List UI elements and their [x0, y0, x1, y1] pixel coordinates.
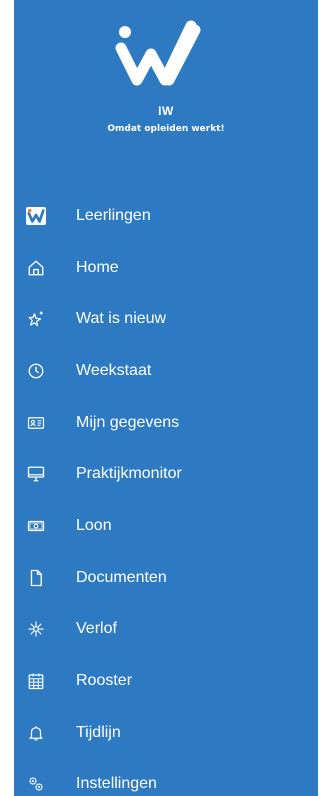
- menu-item-label: Documenten: [76, 568, 167, 586]
- brand-tagline: Omdat opleiden werkt!: [107, 124, 225, 134]
- menu-item-leerlingen[interactable]: Leerlingen: [14, 190, 318, 242]
- menu-item-label: Praktijkmonitor: [76, 465, 182, 483]
- monitor-icon: [26, 464, 46, 484]
- logo-header: IW Omdat opleiden werkt!: [14, 18, 318, 134]
- menu-item-label: Verlof: [76, 620, 117, 638]
- menu-item-label: Home: [76, 258, 119, 276]
- menu-item-label: Loon: [76, 516, 112, 534]
- menu-item-wat-is-nieuw[interactable]: Wat is nieuw: [14, 293, 318, 345]
- iw-logo-icon: [115, 20, 201, 86]
- menu-item-label: Wat is nieuw: [76, 310, 167, 328]
- clock-icon: [26, 361, 46, 381]
- id-card-icon: [26, 413, 46, 433]
- banknote-icon: [26, 516, 46, 536]
- menu-item-home[interactable]: Home: [14, 242, 318, 294]
- menu-item-tijdlijn[interactable]: Tijdlijn: [14, 707, 318, 759]
- menu-item-label: Rooster: [76, 672, 133, 690]
- menu-item-label: Mijn gegevens: [76, 413, 180, 431]
- document-icon: [26, 568, 46, 588]
- drawer-menu: Leerlingen Home Wat is nieuw Weekstaat M: [14, 190, 318, 796]
- menu-item-praktijkmonitor[interactable]: Praktijkmonitor: [14, 448, 318, 500]
- gears-icon: [26, 774, 46, 794]
- menu-item-rooster[interactable]: Rooster: [14, 655, 318, 707]
- bell-icon: [26, 723, 46, 743]
- menu-item-label: Weekstaat: [76, 361, 152, 379]
- brand-name: IW: [158, 104, 174, 118]
- menu-item-documenten[interactable]: Documenten: [14, 552, 318, 604]
- navigation-drawer: IW Omdat opleiden werkt! Leerlingen Home: [14, 0, 318, 796]
- menu-item-label: Instellingen: [76, 775, 157, 793]
- home-icon: [26, 258, 46, 278]
- menu-item-weekstaat[interactable]: Weekstaat: [14, 345, 318, 397]
- calendar-icon: [26, 671, 46, 691]
- snowflake-sun-icon: [26, 619, 46, 639]
- menu-item-mijn-gegevens[interactable]: Mijn gegevens: [14, 397, 318, 449]
- menu-item-label: Tijdlijn: [76, 723, 121, 741]
- menu-item-label: Leerlingen: [76, 206, 151, 224]
- menu-item-instellingen[interactable]: Instellingen: [14, 759, 318, 796]
- menu-item-loon[interactable]: Loon: [14, 500, 318, 552]
- menu-item-verlof[interactable]: Verlof: [14, 604, 318, 656]
- iw-logo-icon: [26, 206, 46, 226]
- sparkle-star-icon: [26, 309, 46, 329]
